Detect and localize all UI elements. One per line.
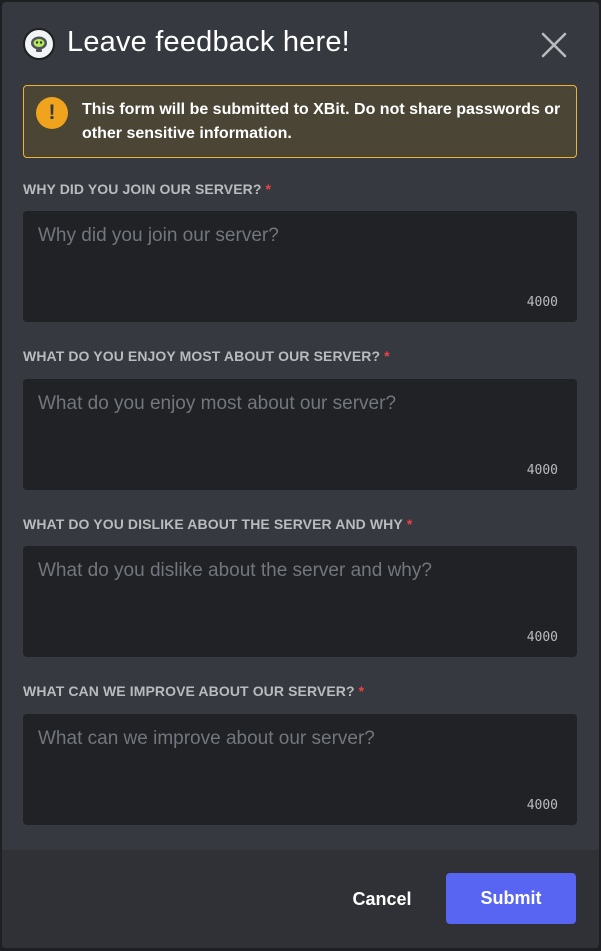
- field-box-join: 4000: [23, 211, 577, 322]
- warning-text: This form will be submitted to XBit. Do …: [82, 98, 570, 146]
- join-reason-input[interactable]: [23, 211, 577, 322]
- feedback-modal: Leave feedback here! ! This form will be…: [2, 2, 599, 948]
- field-label-dislike: WHAT DO YOU DISLIKE ABOUT THE SERVER AND…: [23, 516, 412, 532]
- required-mark: *: [406, 516, 413, 532]
- field-box-improve: 4000: [23, 714, 577, 825]
- modal-title: Leave feedback here!: [67, 26, 350, 58]
- warning-prefix: This form will be submitted to: [82, 101, 314, 118]
- char-counter: 4000: [526, 463, 558, 478]
- field-box-dislike: 4000: [23, 546, 577, 657]
- char-counter: 4000: [526, 295, 558, 310]
- warning-notice: ! This form will be submitted to XBit. D…: [23, 85, 577, 158]
- submit-button[interactable]: Submit: [446, 873, 576, 924]
- field-label-join: WHY DID YOU JOIN OUR SERVER? *: [23, 181, 271, 197]
- close-icon[interactable]: [539, 30, 569, 60]
- field-label-text: WHAT CAN WE IMPROVE ABOUT OUR SERVER?: [23, 683, 355, 699]
- modal-footer: Cancel Submit: [2, 850, 599, 948]
- cancel-button[interactable]: Cancel: [338, 874, 426, 924]
- field-label-enjoy: WHAT DO YOU ENJOY MOST ABOUT OUR SERVER?…: [23, 348, 390, 364]
- modal-header: Leave feedback here!: [2, 2, 599, 88]
- field-label-text: WHAT DO YOU DISLIKE ABOUT THE SERVER AND…: [23, 516, 403, 532]
- bot-avatar-icon: [23, 28, 55, 60]
- required-mark: *: [265, 181, 272, 197]
- warning-app-name: XBit: [313, 101, 346, 118]
- required-mark: *: [384, 348, 390, 364]
- required-mark: *: [358, 683, 365, 699]
- field-label-improve: WHAT CAN WE IMPROVE ABOUT OUR SERVER? *: [23, 683, 364, 699]
- enjoy-most-input[interactable]: [23, 379, 577, 490]
- exclamation-icon: !: [36, 97, 68, 129]
- improve-input[interactable]: [23, 714, 577, 825]
- field-box-enjoy: 4000: [23, 379, 577, 490]
- field-label-text: WHAT DO YOU ENJOY MOST ABOUT OUR SERVER?: [23, 348, 381, 364]
- dislike-input[interactable]: [23, 546, 577, 657]
- field-label-text: WHY DID YOU JOIN OUR SERVER?: [23, 181, 262, 197]
- char-counter: 4000: [526, 798, 558, 813]
- char-counter: 4000: [526, 630, 558, 645]
